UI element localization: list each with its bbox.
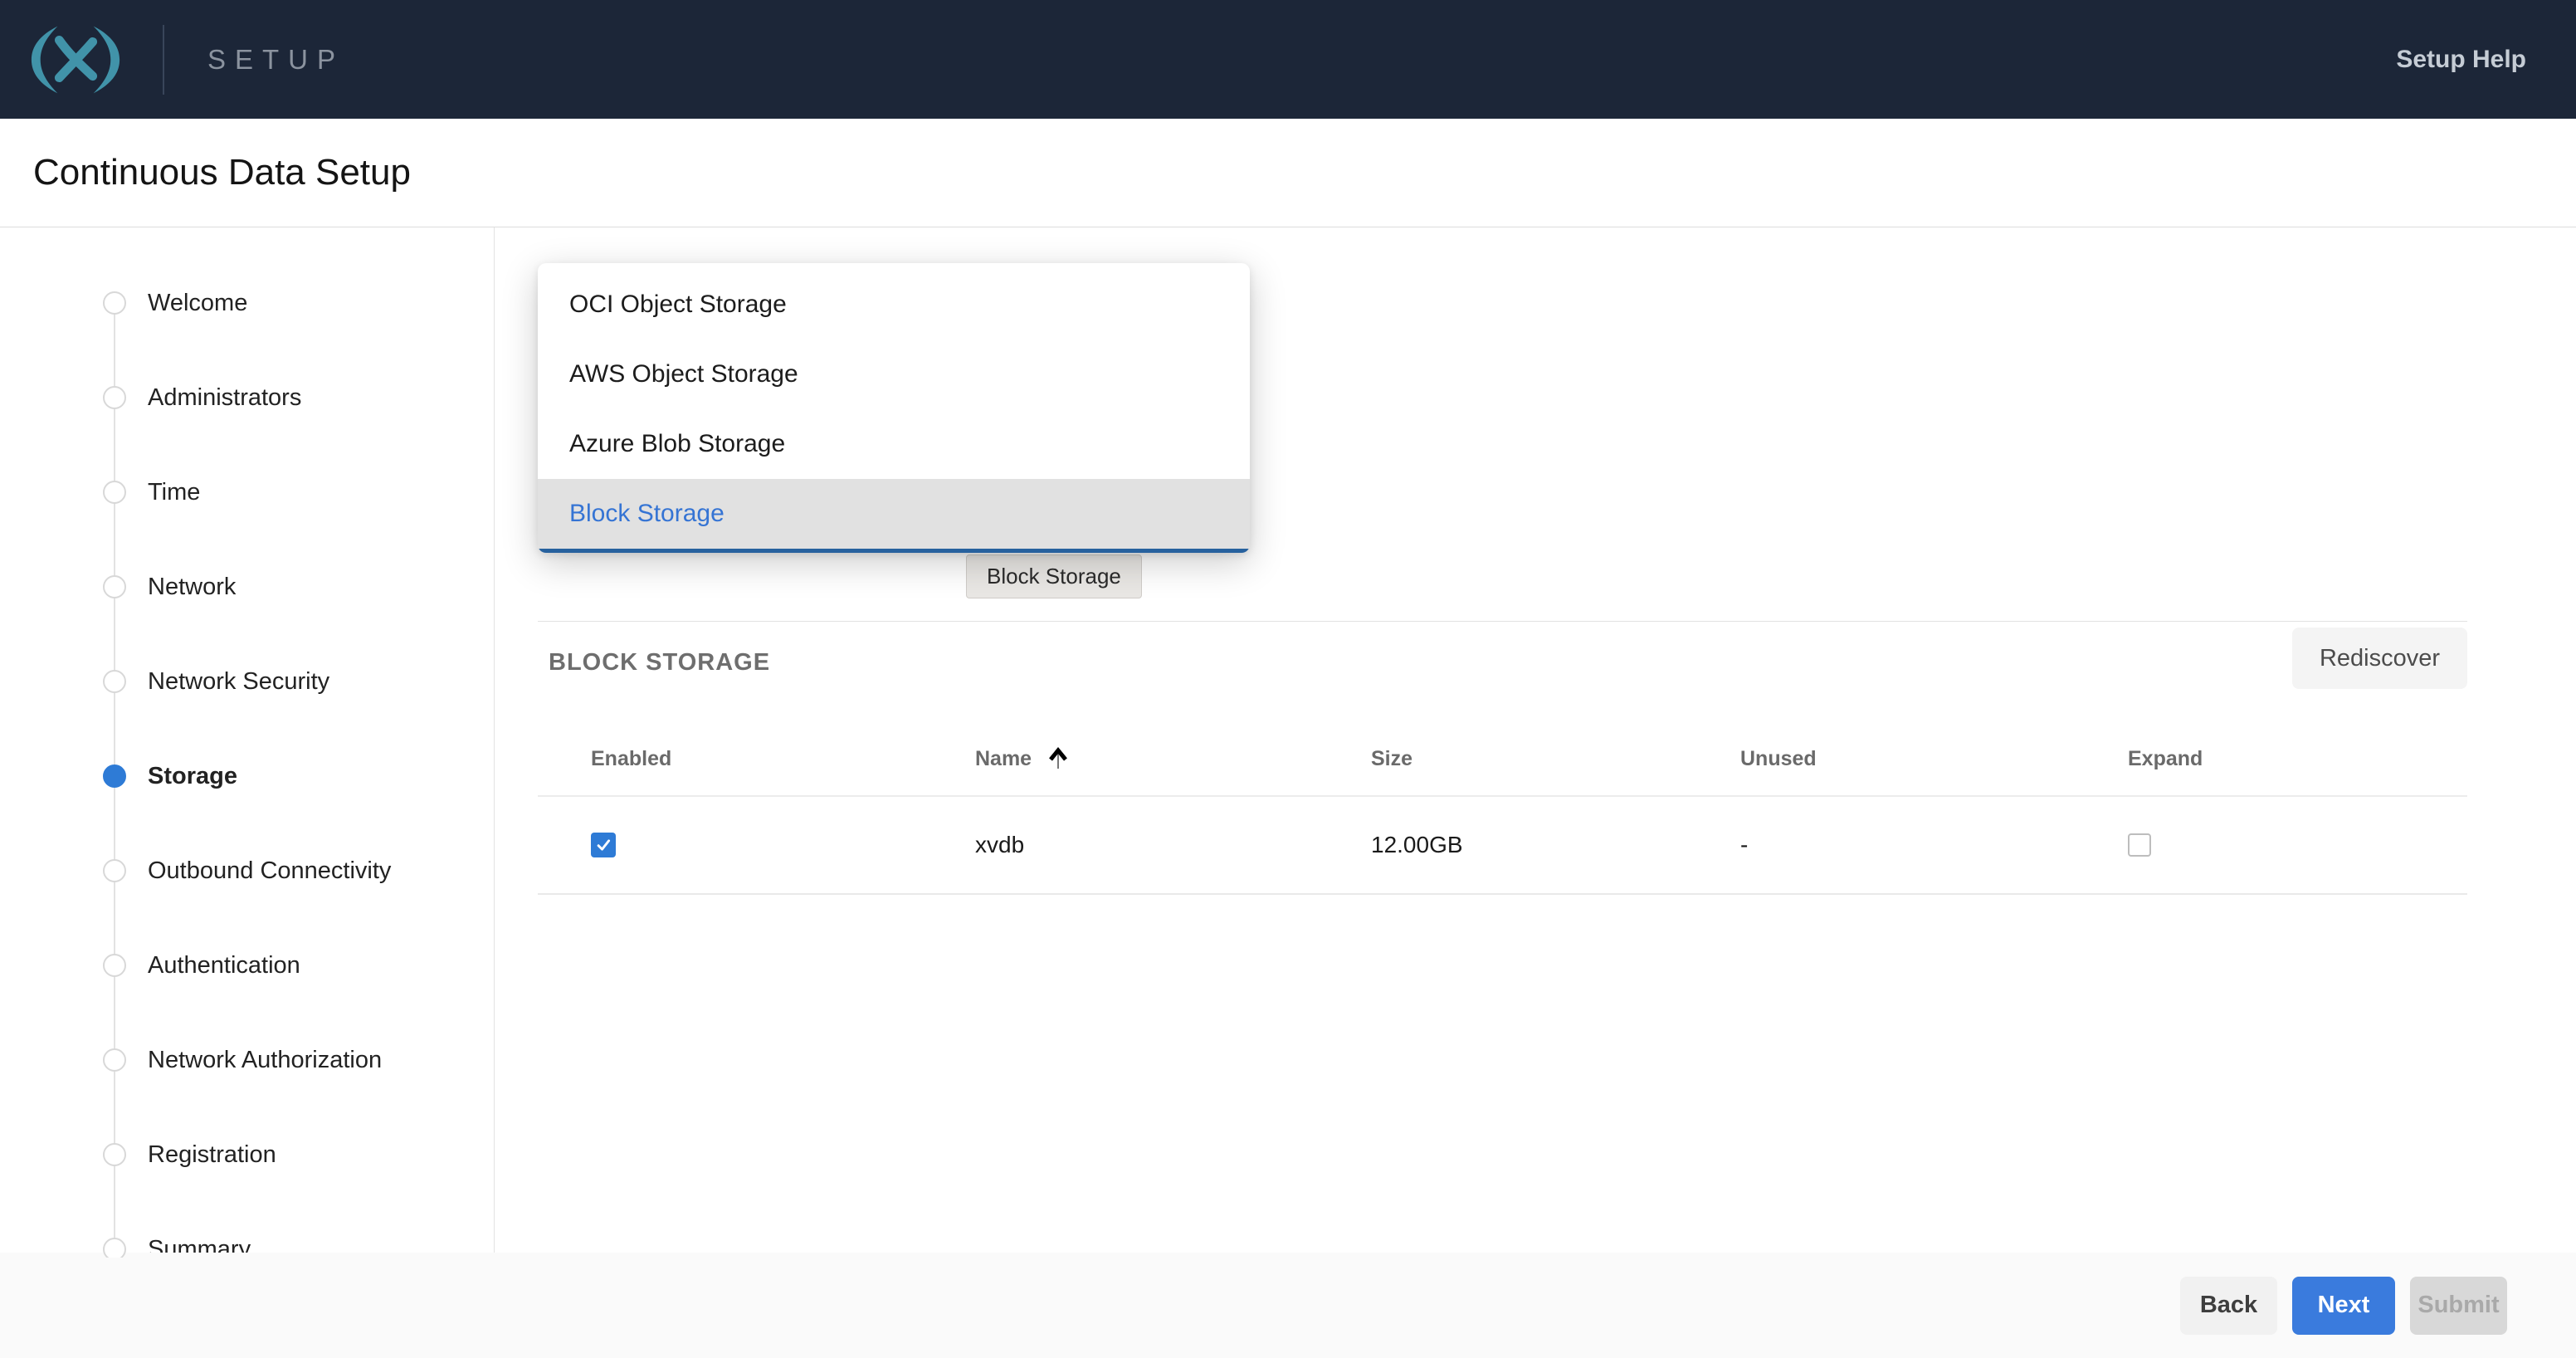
column-header-name[interactable]: Name: [975, 747, 1371, 771]
table-header-row: Enabled Name Size Unused Expand: [538, 722, 2467, 797]
sidebar-item-welcome[interactable]: Welcome: [0, 256, 494, 350]
expand-checkbox[interactable]: [2128, 833, 2151, 857]
section-divider: [538, 621, 2467, 622]
column-header-label: Expand: [2128, 747, 2203, 771]
sort-ascending-icon: [1048, 747, 1068, 770]
step-circle-icon: [103, 481, 126, 504]
column-header-size[interactable]: Size: [1371, 747, 1740, 771]
column-header-expand[interactable]: Expand: [2128, 747, 2467, 771]
block-storage-section-title: BLOCK STORAGE: [549, 649, 770, 677]
step-label: Administrators: [148, 384, 301, 412]
sidebar-item-time[interactable]: Time: [0, 445, 494, 540]
dropdown-option-oci-object-storage[interactable]: OCI Object Storage: [538, 270, 1250, 340]
step-label: Network Security: [148, 668, 329, 696]
step-circle-icon: [103, 859, 126, 882]
step-circle-icon: [103, 1048, 126, 1072]
delphix-logo-icon: [27, 22, 124, 98]
check-icon: [594, 836, 612, 854]
step-label: Network: [148, 574, 236, 601]
next-button[interactable]: Next: [2292, 1277, 2395, 1335]
step-circle-icon: [103, 1143, 126, 1166]
wizard-sidebar: Welcome Administrators Time Network Network …: [0, 227, 495, 1258]
column-header-label: Size: [1371, 747, 1412, 771]
step-circle-icon: [103, 954, 126, 977]
step-circle-icon: [103, 1238, 126, 1258]
step-circle-icon: [103, 291, 126, 315]
dropdown-option-block-storage[interactable]: Block Storage: [538, 479, 1250, 549]
table-body: xvdb12.00GB-: [538, 797, 2467, 895]
column-header-label: Unused: [1740, 747, 1817, 771]
step-label: Registration: [148, 1141, 276, 1169]
block-storage-table: Enabled Name Size Unused Expand xvdb12.00GB-: [538, 722, 2467, 895]
page-title: Continuous Data Setup: [33, 152, 411, 193]
step-circle-icon: [103, 670, 126, 693]
sidebar-item-registration[interactable]: Registration: [0, 1107, 494, 1202]
column-header-unused[interactable]: Unused: [1740, 747, 2128, 771]
sidebar-item-outbound-connectivity[interactable]: Outbound Connectivity: [0, 823, 494, 918]
sidebar-item-network-security[interactable]: Network Security: [0, 634, 494, 729]
step-label: Storage: [148, 763, 237, 790]
sidebar-item-summary[interactable]: Summary: [0, 1202, 494, 1258]
device-unused-cell: -: [1740, 832, 2128, 858]
sidebar-item-administrators[interactable]: Administrators: [0, 350, 494, 445]
sidebar-item-storage[interactable]: Storage: [0, 729, 494, 823]
wizard-footer: Back Next Submit: [0, 1253, 2576, 1358]
top-app-bar: SETUP Setup Help: [0, 0, 2576, 119]
dropdown-option-aws-object-storage[interactable]: AWS Object Storage: [538, 340, 1250, 409]
enabled-checkbox[interactable]: [591, 833, 616, 857]
device-size-cell: 12.00GB: [1371, 832, 1740, 858]
brand-divider: [163, 25, 164, 95]
select-focus-underline: [538, 549, 1250, 553]
sidebar-item-authentication[interactable]: Authentication: [0, 918, 494, 1013]
step-circle-icon: [103, 386, 126, 409]
step-label: Network Authorization: [148, 1047, 382, 1074]
storage-type-dropdown-menu: OCI Object StorageAWS Object StorageAzur…: [538, 263, 1250, 553]
page-title-bar: Continuous Data Setup: [0, 119, 2576, 227]
rediscover-button[interactable]: Rediscover: [2292, 628, 2467, 689]
table-row: xvdb12.00GB-: [538, 797, 2467, 895]
column-header-label: Name: [975, 747, 1032, 771]
wizard-step-list: Welcome Administrators Time Network Network …: [0, 227, 494, 1258]
device-name-cell: xvdb: [975, 832, 1371, 858]
step-label: Welcome: [148, 290, 247, 317]
column-header-enabled[interactable]: Enabled: [591, 747, 975, 771]
setup-help-link[interactable]: Setup Help: [2396, 46, 2526, 74]
step-label: Time: [148, 479, 200, 506]
sidebar-item-network-authorization[interactable]: Network Authorization: [0, 1013, 494, 1107]
setup-brand-label: SETUP: [207, 44, 344, 76]
step-circle-icon: [103, 764, 126, 788]
column-header-label: Enabled: [591, 747, 671, 771]
submit-button[interactable]: Submit: [2410, 1277, 2507, 1335]
sidebar-item-network[interactable]: Network: [0, 540, 494, 634]
dropdown-option-azure-blob-storage[interactable]: Azure Blob Storage: [538, 409, 1250, 479]
step-label: Outbound Connectivity: [148, 857, 391, 885]
step-label: Authentication: [148, 952, 300, 979]
storage-type-tooltip: Block Storage: [966, 554, 1142, 598]
back-button[interactable]: Back: [2180, 1277, 2277, 1335]
step-circle-icon: [103, 575, 126, 598]
